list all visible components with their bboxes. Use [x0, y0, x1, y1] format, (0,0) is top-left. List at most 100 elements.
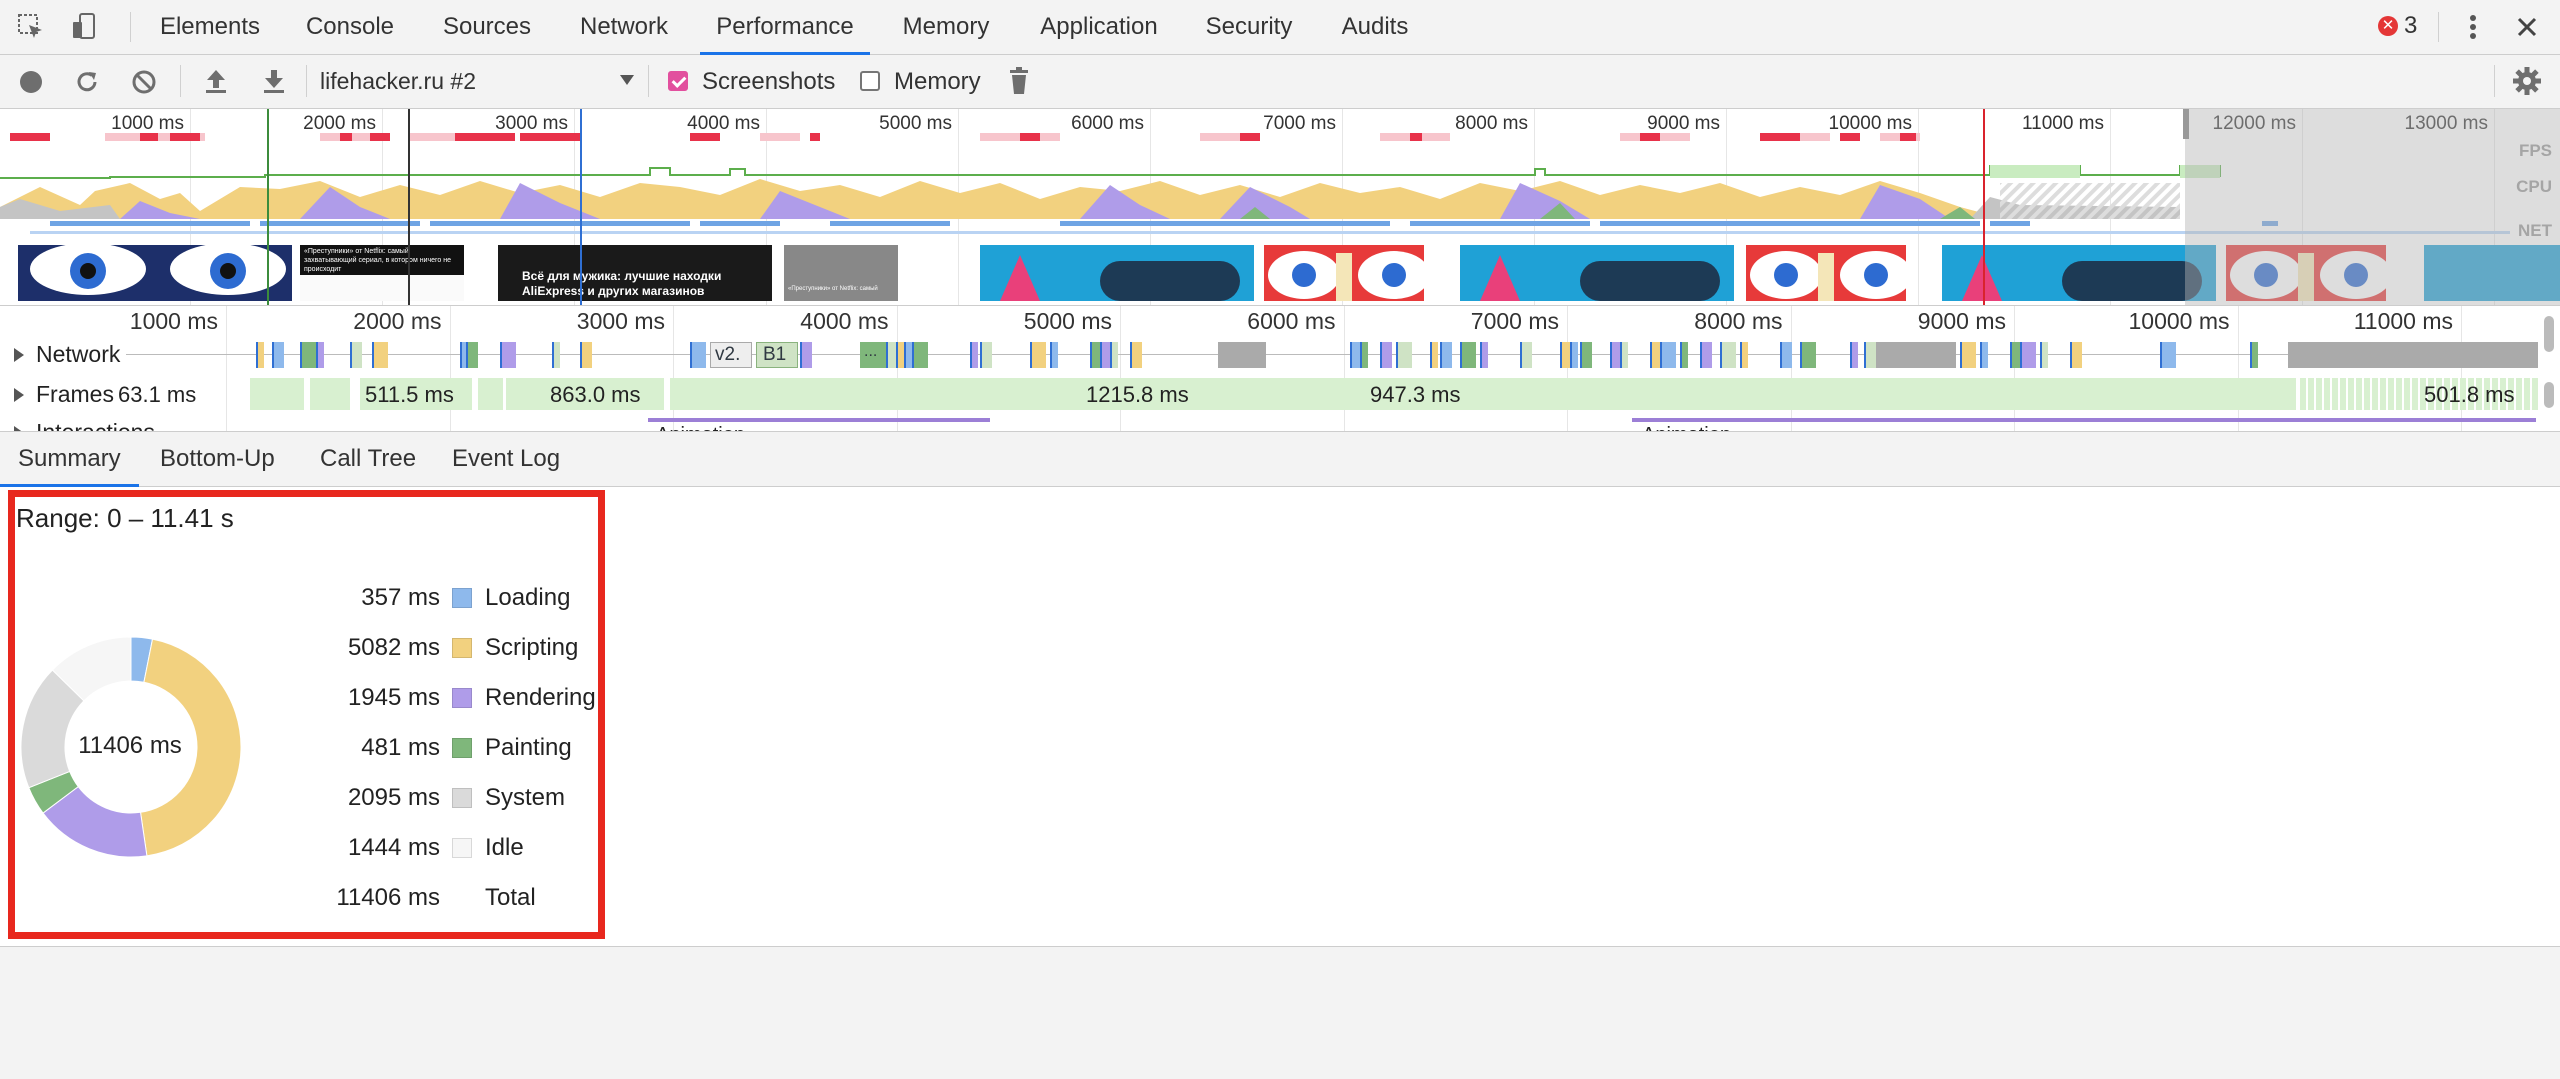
save-profile-icon[interactable] — [262, 68, 286, 99]
network-request[interactable] — [800, 342, 812, 368]
network-request[interactable] — [2020, 342, 2036, 368]
network-request[interactable] — [2070, 342, 2082, 368]
network-request[interactable] — [1850, 342, 1858, 368]
network-request[interactable]: v2. — [710, 342, 752, 368]
network-request[interactable] — [580, 342, 592, 368]
network-request[interactable] — [1360, 342, 1368, 368]
network-request[interactable] — [1660, 342, 1676, 368]
expand-network-icon[interactable] — [14, 348, 24, 362]
network-request[interactable] — [1440, 342, 1452, 368]
network-request[interactable] — [2160, 342, 2176, 368]
timeline-flamechart[interactable]: 1000 ms 2000 ms 3000 ms 4000 ms 5000 ms 6000 … — [0, 306, 2560, 432]
gear-icon[interactable] — [2512, 66, 2542, 101]
network-request[interactable] — [1800, 342, 1816, 368]
expand-frames-icon[interactable] — [14, 388, 24, 402]
network-request[interactable] — [1570, 342, 1578, 368]
tab-event-log[interactable]: Event Log — [452, 432, 560, 486]
tab-summary[interactable]: Summary — [0, 432, 139, 487]
network-request[interactable] — [896, 342, 904, 368]
network-request[interactable] — [272, 342, 284, 368]
network-request[interactable] — [300, 342, 316, 368]
network-request[interactable] — [500, 342, 516, 368]
memory-checkbox[interactable] — [860, 71, 880, 91]
tab-console[interactable]: Console — [288, 0, 412, 54]
network-request[interactable] — [690, 342, 706, 368]
error-count[interactable]: 3 — [2404, 12, 2417, 40]
network-request[interactable] — [1620, 342, 1628, 368]
network-request[interactable] — [1720, 342, 1736, 368]
network-request[interactable] — [1396, 342, 1412, 368]
network-request[interactable] — [1680, 342, 1688, 368]
frame-block[interactable] — [250, 378, 304, 410]
network-request[interactable]: ... — [860, 342, 886, 368]
reload-record-icon[interactable] — [74, 69, 100, 100]
interactions-track-label[interactable]: Interactions — [36, 419, 155, 431]
range-label: Range: 0 – 11.41 s — [16, 503, 234, 533]
profile-select[interactable]: lifehacker.ru #2 — [320, 68, 476, 95]
network-request[interactable] — [2040, 342, 2048, 368]
inspect-element-icon[interactable] — [14, 10, 48, 44]
network-request[interactable] — [256, 342, 264, 368]
tab-elements[interactable]: Elements — [148, 0, 272, 54]
network-request[interactable] — [1980, 342, 1988, 368]
frames-track-label[interactable]: Frames — [36, 381, 114, 408]
trash-icon[interactable] — [1008, 67, 1030, 100]
tab-network[interactable]: Network — [562, 0, 686, 54]
network-request[interactable] — [912, 342, 928, 368]
network-request[interactable] — [2288, 342, 2538, 368]
tab-memory[interactable]: Memory — [884, 0, 1008, 54]
network-request[interactable] — [552, 342, 560, 368]
network-request[interactable] — [1480, 342, 1488, 368]
chevron-down-icon[interactable] — [620, 75, 634, 85]
network-request[interactable] — [1380, 342, 1392, 368]
error-icon[interactable]: ✕ — [2378, 16, 2398, 36]
device-toolbar-icon[interactable] — [68, 10, 102, 44]
network-request[interactable] — [1110, 342, 1118, 368]
frame-block[interactable] — [478, 378, 503, 410]
network-request[interactable] — [1864, 342, 1876, 368]
network-request[interactable] — [1960, 342, 1976, 368]
tab-audits[interactable]: Audits — [1322, 0, 1428, 54]
network-track-label[interactable]: Network — [36, 341, 120, 368]
scrollbar-thumb[interactable] — [2544, 382, 2554, 408]
network-request[interactable] — [1876, 342, 1956, 368]
tab-call-tree[interactable]: Call Tree — [320, 432, 416, 486]
network-request[interactable] — [372, 342, 388, 368]
timeline-overview[interactable]: 1000 ms 2000 ms 3000 ms 4000 ms 5000 ms 6000 … — [0, 109, 2560, 306]
frame-block[interactable] — [670, 378, 2296, 410]
more-options-icon[interactable] — [2456, 10, 2490, 44]
network-request[interactable] — [1218, 342, 1266, 368]
selection-handle[interactable] — [2183, 109, 2189, 139]
network-request[interactable] — [2250, 342, 2258, 368]
network-request[interactable] — [466, 342, 478, 368]
tab-sources[interactable]: Sources — [428, 0, 546, 54]
tab-application[interactable]: Application — [1024, 0, 1174, 54]
record-icon[interactable] — [20, 71, 42, 93]
network-request[interactable] — [1520, 342, 1532, 368]
network-request[interactable] — [970, 342, 978, 368]
network-request[interactable] — [350, 342, 362, 368]
scrollbar-thumb[interactable] — [2544, 316, 2554, 352]
close-icon[interactable] — [2510, 10, 2544, 44]
animation-bar[interactable] — [648, 418, 990, 422]
screenshots-checkbox[interactable] — [668, 71, 688, 91]
network-request[interactable] — [980, 342, 992, 368]
load-profile-icon[interactable] — [204, 68, 228, 99]
network-request[interactable] — [316, 342, 324, 368]
tab-bottom-up[interactable]: Bottom-Up — [160, 432, 275, 486]
tab-performance[interactable]: Performance — [700, 0, 870, 55]
network-request[interactable] — [1130, 342, 1142, 368]
network-request[interactable] — [1460, 342, 1476, 368]
network-request[interactable] — [1780, 342, 1792, 368]
network-request[interactable]: B1 — [756, 342, 798, 368]
network-request[interactable] — [1050, 342, 1058, 368]
network-request[interactable] — [1700, 342, 1712, 368]
clear-icon[interactable] — [131, 69, 157, 100]
tab-security[interactable]: Security — [1190, 0, 1308, 54]
animation-bar[interactable] — [1632, 418, 2536, 422]
frame-block[interactable] — [310, 378, 350, 410]
network-request[interactable] — [1580, 342, 1592, 368]
network-request[interactable] — [1740, 342, 1748, 368]
network-request[interactable] — [1430, 342, 1438, 368]
network-request[interactable] — [1030, 342, 1046, 368]
